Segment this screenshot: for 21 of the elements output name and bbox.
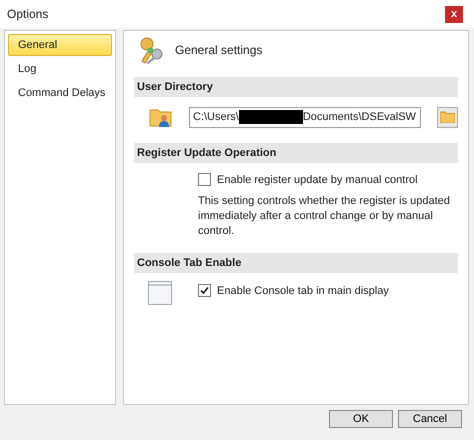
section-header: User Directory bbox=[134, 77, 458, 97]
sidebar-item[interactable]: General bbox=[8, 34, 112, 56]
page-title: General settings bbox=[175, 43, 262, 57]
path-field[interactable]: C:\Users\ Documents\DSEvalSW bbox=[189, 106, 421, 128]
close-button[interactable]: x bbox=[445, 6, 463, 22]
sidebar-item[interactable]: Command Delays bbox=[8, 82, 112, 104]
description-text: This setting controls whether the register is updated immediately after a control change or by manual control. bbox=[198, 194, 451, 239]
path-text: Documents\DSEvalSW bbox=[302, 111, 416, 123]
dialog-button[interactable]: OK bbox=[329, 410, 393, 428]
browse-button[interactable] bbox=[437, 106, 458, 128]
window-icon bbox=[148, 281, 172, 305]
checkbox[interactable] bbox=[198, 173, 211, 186]
checkbox-label[interactable]: Enable Console tab in main display bbox=[217, 284, 389, 296]
dialog-button[interactable]: Cancel bbox=[398, 410, 462, 428]
sidebar-item[interactable]: Log bbox=[8, 58, 112, 80]
section-header: Console Tab Enable bbox=[134, 253, 458, 273]
checkbox-label[interactable]: Enable register update by manual control bbox=[217, 174, 418, 186]
path-text: C:\Users\ bbox=[193, 111, 239, 123]
window-title: Options bbox=[7, 7, 48, 21]
section-header: Register Update Operation bbox=[134, 143, 458, 163]
checkbox[interactable] bbox=[198, 284, 211, 297]
